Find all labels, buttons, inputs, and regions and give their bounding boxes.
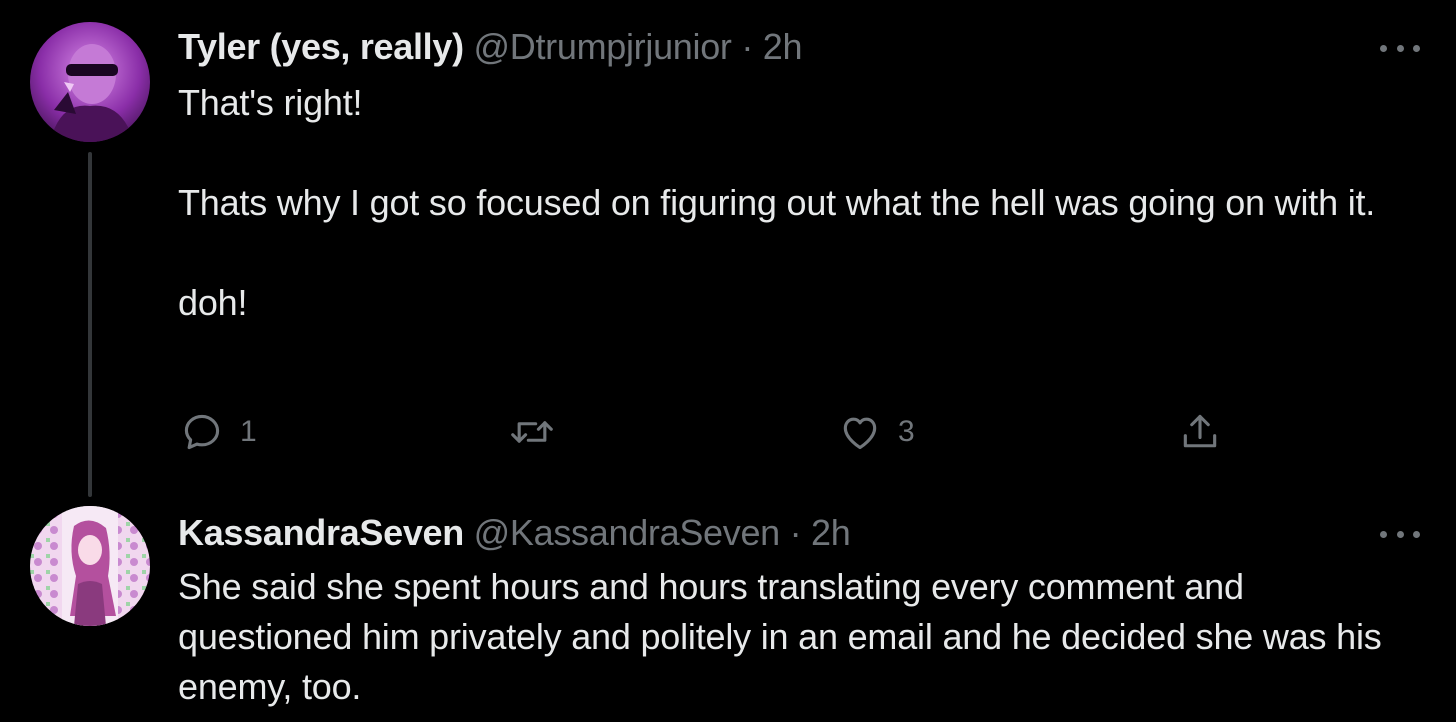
tweet-text: That's right! Thats why I got so focused… (178, 82, 1376, 323)
more-dots-icon[interactable] (1380, 38, 1420, 58)
avatar[interactable] (30, 506, 150, 626)
display-name[interactable]: KassandraSeven (178, 512, 464, 553)
retweet-button[interactable] (508, 404, 572, 460)
display-name[interactable]: Tyler (yes, really) (178, 26, 464, 67)
more-dots-icon[interactable] (1380, 524, 1420, 544)
thread-connector-line (88, 152, 92, 497)
avatar-image (30, 506, 150, 626)
reply-button[interactable]: 1 (180, 404, 257, 460)
tweet-actions: 1 3 (178, 404, 1456, 460)
tweet-text: She said she spent hours and hours trans… (178, 566, 1392, 707)
user-handle[interactable]: @KassandraSeven (474, 512, 781, 553)
heart-icon (843, 417, 877, 450)
separator-dot: · (789, 512, 802, 553)
speech-bubble-icon (184, 414, 220, 450)
timestamp[interactable]: 2h (763, 26, 803, 67)
share-upload-icon (1183, 414, 1217, 448)
avatar-image (30, 22, 150, 142)
timestamp[interactable]: 2h (811, 512, 851, 553)
share-button[interactable] (1178, 404, 1222, 460)
like-button[interactable]: 3 (838, 404, 915, 460)
reply-count: 1 (240, 415, 257, 448)
user-handle[interactable]: @Dtrumpjrjunior (474, 26, 732, 67)
like-count: 3 (898, 415, 915, 448)
tweet-header: KassandraSeven @KassandraSeven · 2h (178, 508, 851, 558)
separator-dot: · (741, 26, 754, 67)
avatar[interactable] (30, 22, 150, 142)
retweet-arrows-icon (511, 421, 553, 443)
tweet-header: Tyler (yes, really) @Dtrumpjrjunior · 2h (178, 22, 802, 72)
